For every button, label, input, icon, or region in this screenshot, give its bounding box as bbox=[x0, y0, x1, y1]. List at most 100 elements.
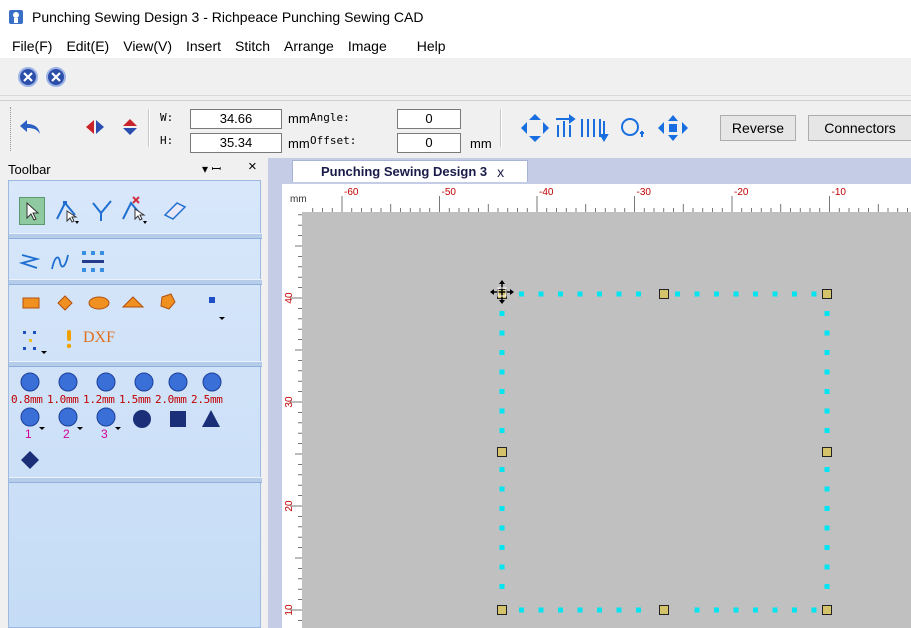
stitch-point bbox=[824, 564, 830, 570]
design-canvas[interactable] bbox=[302, 212, 911, 628]
stitch-point bbox=[499, 506, 505, 511]
stitch-point bbox=[824, 350, 830, 355]
point-shape-icon[interactable] bbox=[203, 291, 229, 321]
flip-icon[interactable] bbox=[84, 117, 140, 137]
stitch-point bbox=[675, 291, 680, 297]
stitch-point bbox=[519, 607, 524, 613]
toolbar-panel-title: Toolbar bbox=[8, 161, 51, 177]
panel-divider bbox=[9, 477, 262, 483]
stitch-point bbox=[824, 467, 830, 472]
stitch-point bbox=[499, 369, 505, 375]
separator bbox=[148, 109, 150, 147]
warning-icon[interactable] bbox=[63, 327, 75, 351]
stitch-point bbox=[499, 525, 505, 531]
rectangle-shape-icon[interactable] bbox=[21, 293, 41, 313]
close-circle-icon[interactable] bbox=[18, 66, 38, 87]
menu-help[interactable]: Help bbox=[417, 38, 446, 54]
height-unit: mm bbox=[288, 136, 310, 151]
toolbar-row-1 bbox=[0, 58, 911, 96]
width-label: W: bbox=[160, 111, 174, 124]
stitch-point bbox=[519, 291, 524, 297]
stitch-point bbox=[636, 607, 641, 613]
menu-view[interactable]: View(V) bbox=[123, 38, 172, 54]
delete-node-icon[interactable] bbox=[119, 195, 149, 225]
stitch-point bbox=[499, 408, 505, 414]
tab-title: Punching Sewing Design 3 bbox=[321, 164, 488, 179]
stitch-point bbox=[772, 607, 778, 613]
stitch-point bbox=[824, 389, 830, 394]
ruler-unit-label: mm bbox=[290, 194, 307, 205]
drawing-canvas[interactable] bbox=[302, 212, 911, 628]
shape-node[interactable] bbox=[497, 605, 507, 615]
width-input[interactable]: 34.66 bbox=[190, 109, 282, 129]
stitch-point bbox=[616, 607, 622, 613]
menu-image[interactable]: Image bbox=[348, 38, 387, 54]
panel-pin-icon[interactable]: ▾ ꟷ bbox=[202, 160, 221, 177]
arrange-tools-icons[interactable] bbox=[518, 113, 713, 143]
distribute-vertical-icon bbox=[581, 119, 609, 142]
stitch-point bbox=[714, 291, 719, 297]
close-circle-icon[interactable] bbox=[46, 66, 66, 87]
stitch-point bbox=[824, 408, 830, 414]
menu-file[interactable]: File(F) bbox=[12, 38, 52, 54]
ruler-tick-label: -60 bbox=[344, 187, 359, 198]
ruler-tick-label: -10 bbox=[832, 187, 847, 198]
stitch-point bbox=[824, 584, 830, 589]
zigzag-stitch-icon[interactable] bbox=[19, 251, 41, 273]
stitch-point bbox=[499, 350, 505, 355]
ruler-tick-label: 20 bbox=[284, 500, 295, 512]
panel-close-icon[interactable]: × bbox=[248, 158, 257, 175]
scissors-cut-icon[interactable] bbox=[89, 197, 115, 225]
eraser-icon[interactable] bbox=[161, 199, 189, 223]
ruler-ticks: 40 30 20 10 bbox=[284, 214, 302, 621]
shape-node[interactable] bbox=[822, 289, 832, 299]
offset-input[interactable]: 0 bbox=[397, 133, 461, 153]
shape-node[interactable] bbox=[822, 605, 832, 615]
shape-node[interactable] bbox=[659, 605, 669, 615]
stitch-point bbox=[694, 291, 700, 297]
tab-close-icon[interactable]: x bbox=[497, 164, 504, 180]
ellipse-shape-icon[interactable] bbox=[87, 293, 111, 313]
undo-arrow-icon[interactable] bbox=[18, 117, 42, 137]
menu-stitch[interactable]: Stitch bbox=[235, 38, 270, 54]
menu-edit[interactable]: Edit(E) bbox=[66, 38, 109, 54]
wave-stitch-icon[interactable] bbox=[49, 251, 71, 273]
app-window: Punching Sewing Design 3 - Richpeace Pun… bbox=[0, 0, 911, 628]
toolbar-row-2: W: H: 34.66 35.34 mm mm Angle: Offset: 0… bbox=[0, 100, 911, 156]
shape-node[interactable] bbox=[822, 447, 832, 457]
stitch-point bbox=[499, 584, 505, 589]
stitch-point bbox=[616, 291, 622, 297]
connectors-button[interactable]: Connectors bbox=[808, 115, 911, 141]
stitch-point bbox=[538, 291, 544, 297]
select-arrow-tool[interactable] bbox=[19, 197, 45, 225]
tab-document[interactable]: Punching Sewing Design 3 x bbox=[292, 160, 528, 182]
stitch-point bbox=[772, 291, 778, 297]
punch-number-label: 3 bbox=[101, 427, 108, 441]
dxf-import-button[interactable]: DXF bbox=[83, 329, 115, 347]
title-bar: Punching Sewing Design 3 - Richpeace Pun… bbox=[0, 0, 911, 34]
punch-circles-icons[interactable] bbox=[13, 371, 253, 393]
punch-shapes-icons[interactable] bbox=[13, 407, 233, 431]
toolbar-grip[interactable] bbox=[10, 107, 13, 151]
shape-node[interactable] bbox=[659, 289, 669, 299]
punch-size-label: 1.5mm bbox=[119, 393, 151, 406]
distribute-horizontal-icon bbox=[556, 114, 576, 137]
panel-divider bbox=[9, 361, 262, 367]
fill-pattern-icon[interactable] bbox=[79, 249, 107, 275]
diamond-shape-icon[interactable] bbox=[55, 293, 75, 313]
scatter-points-icon[interactable] bbox=[21, 327, 49, 355]
stitch-point bbox=[824, 369, 830, 375]
menu-arrange[interactable]: Arrange bbox=[284, 38, 334, 54]
height-input[interactable]: 35.34 bbox=[190, 133, 282, 153]
menu-insert[interactable]: Insert bbox=[186, 38, 221, 54]
diamond-punch-icon[interactable] bbox=[19, 449, 41, 471]
stitch-point bbox=[824, 506, 830, 511]
reverse-button[interactable]: Reverse bbox=[720, 115, 796, 141]
polygon-shape-icon[interactable] bbox=[157, 291, 179, 313]
stitch-point bbox=[499, 389, 505, 394]
node-edit-icon[interactable] bbox=[53, 197, 81, 225]
punch-size-label: 1.0mm bbox=[47, 393, 79, 406]
shape-node[interactable] bbox=[497, 447, 507, 457]
angle-input[interactable]: 0 bbox=[397, 109, 461, 129]
arc-shape-icon[interactable] bbox=[121, 293, 145, 313]
